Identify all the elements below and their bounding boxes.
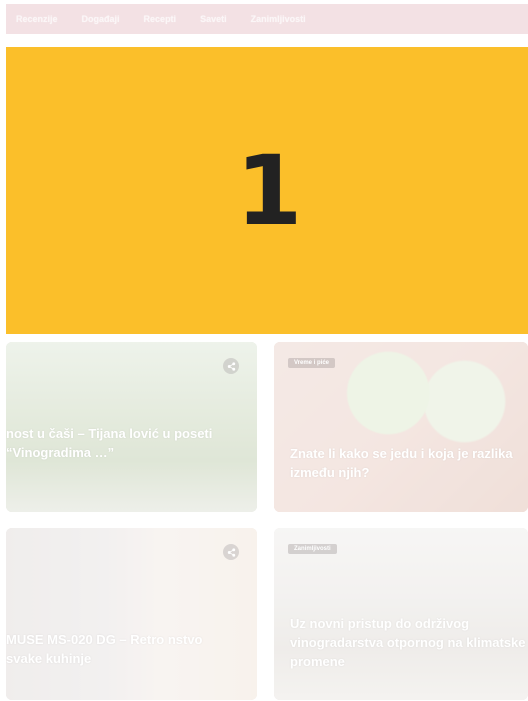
nav-item-dogadjaji[interactable]: Događaji: [82, 14, 120, 24]
article-card-2[interactable]: Vreme i piće Znate li kako se jedu i koj…: [274, 342, 528, 512]
promo-banner[interactable]: 1: [6, 47, 528, 334]
banner-number: 1: [235, 134, 303, 247]
nav-item-zanimljivosti[interactable]: Zanimljivosti: [251, 14, 306, 24]
article-card-4[interactable]: Zanimljivosti Uz novni pristup do održiv…: [274, 528, 528, 700]
nav-item-saveti[interactable]: Saveti: [200, 14, 227, 24]
article-card-3[interactable]: MUSE MS-020 DG – Retro nstvo svake kuhin…: [6, 528, 257, 700]
nav-item-recenzije[interactable]: Recenzije: [16, 14, 58, 24]
article-title[interactable]: MUSE MS-020 DG – Retro nstvo svake kuhin…: [6, 630, 241, 668]
article-title[interactable]: Znate li kako se jedu i koja je razlika …: [290, 444, 526, 482]
nav-item-recepti[interactable]: Recepti: [144, 14, 177, 24]
category-badge[interactable]: Vreme i piće: [288, 358, 336, 368]
article-card-1[interactable]: nost u čaši – Tijana lović u poseti “Vin…: [6, 342, 257, 512]
share-icon[interactable]: [223, 358, 239, 374]
top-navigation: Recenzije Događaji Recepti Saveti Zaniml…: [6, 4, 528, 34]
category-badge[interactable]: Zanimljivosti: [288, 544, 337, 554]
article-title[interactable]: nost u čaši – Tijana lović u poseti “Vin…: [6, 424, 241, 462]
share-icon[interactable]: [223, 544, 239, 560]
article-title[interactable]: Uz novni pristup do održivog vinogradars…: [290, 614, 526, 671]
